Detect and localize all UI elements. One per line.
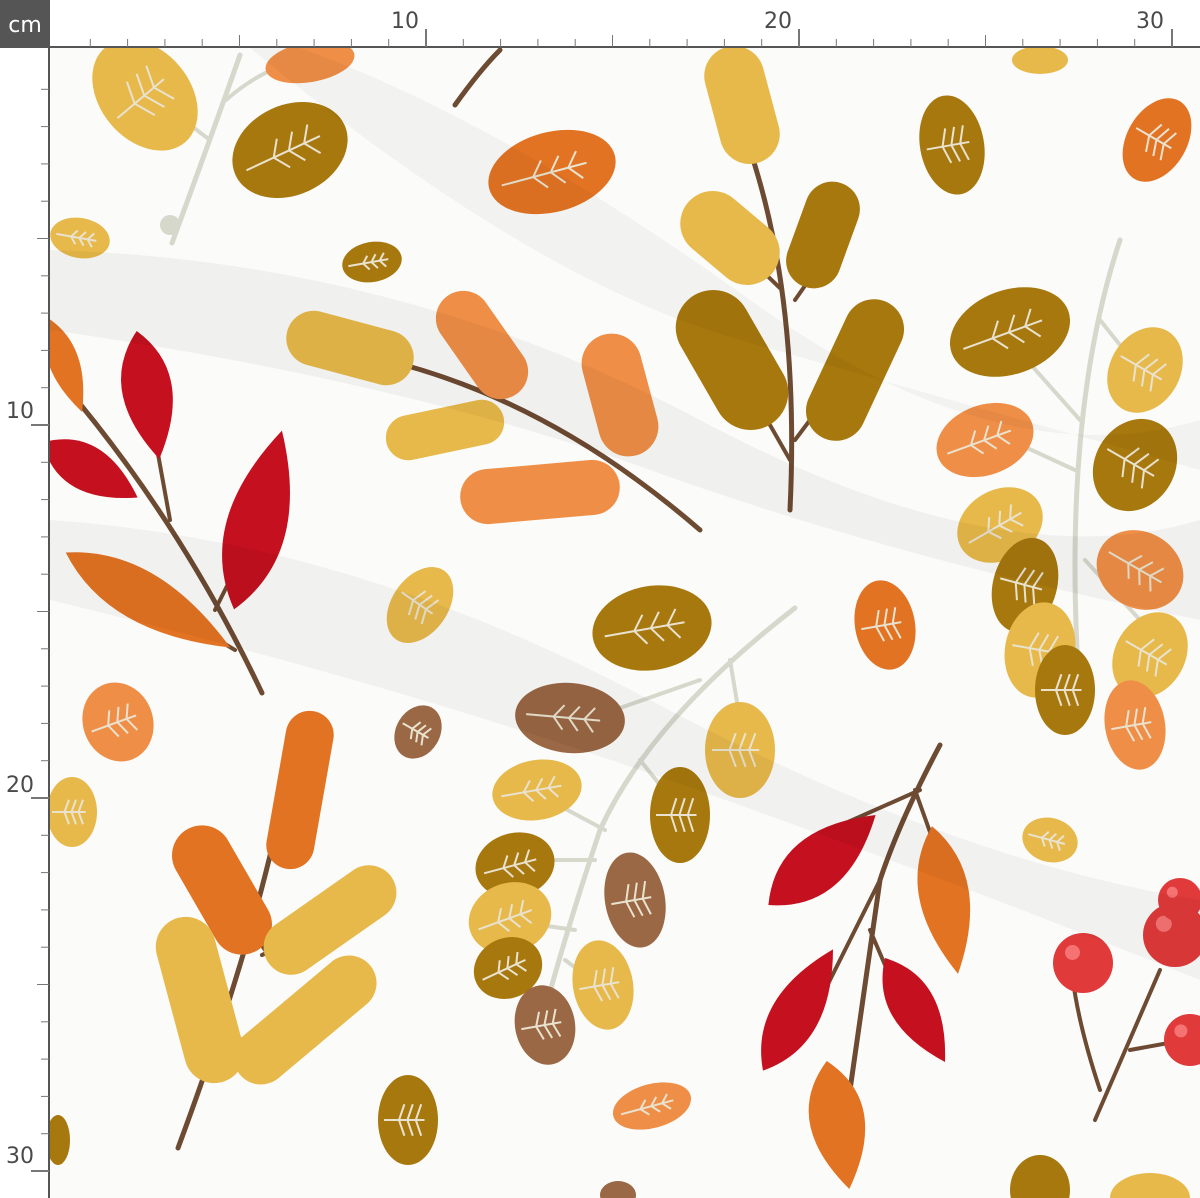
round-leaf: [160, 215, 180, 235]
berry: [1053, 933, 1113, 993]
top-ruler: [50, 0, 1200, 48]
left-ruler: [0, 48, 50, 1198]
leaf-pattern-canvas: cm 10 20 30 10 20 30: [0, 0, 1200, 1198]
leaf-blade: [160, 215, 180, 235]
unit-label: cm: [8, 13, 42, 38]
left-tick-label-20: 20: [6, 773, 34, 798]
top-tick-label-30: 30: [1136, 9, 1164, 34]
berry-highlight: [1065, 945, 1080, 960]
left-tick-label-30: 30: [6, 1144, 34, 1169]
top-tick-label-10: 10: [391, 9, 419, 34]
berry-highlight: [1174, 1024, 1188, 1038]
round-leaf: [1035, 645, 1095, 735]
left-tick-label-10: 10: [6, 399, 34, 424]
round-leaf: [1012, 46, 1068, 74]
round-leaf: [47, 777, 97, 847]
top-tick-label-20: 20: [764, 9, 792, 34]
leaf-blade: [1012, 46, 1068, 74]
fabric-preview: cm 10 20 30 10 20 30: [0, 0, 1200, 1198]
round-leaf: [378, 1075, 438, 1165]
